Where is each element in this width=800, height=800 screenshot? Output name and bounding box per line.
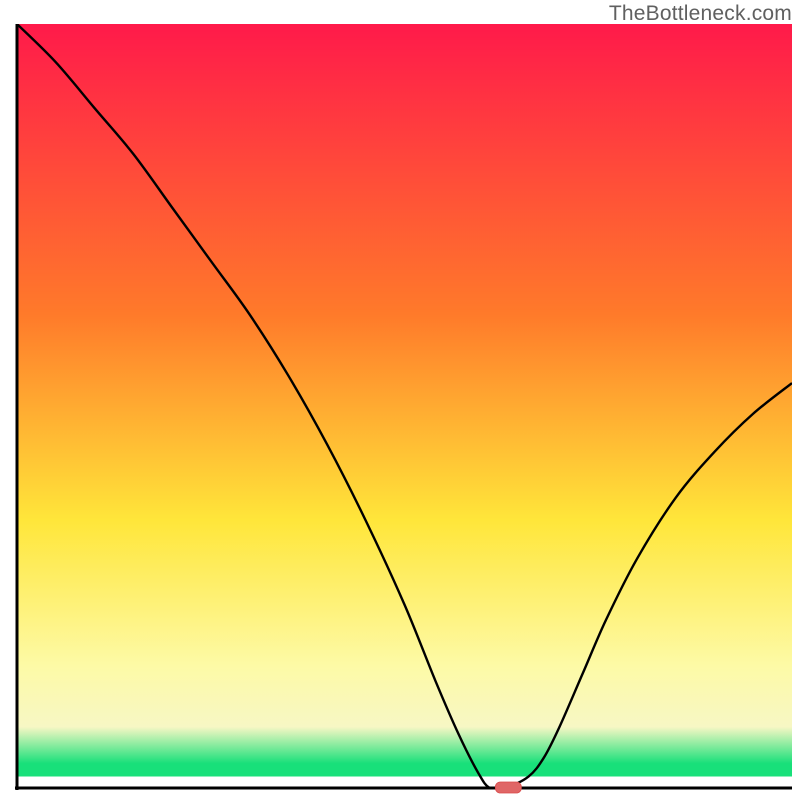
bottleneck-chart: [0, 0, 800, 800]
watermark-label: TheBottleneck.com: [609, 2, 792, 26]
optimum-marker: [495, 782, 521, 793]
gradient-background: [17, 24, 792, 788]
